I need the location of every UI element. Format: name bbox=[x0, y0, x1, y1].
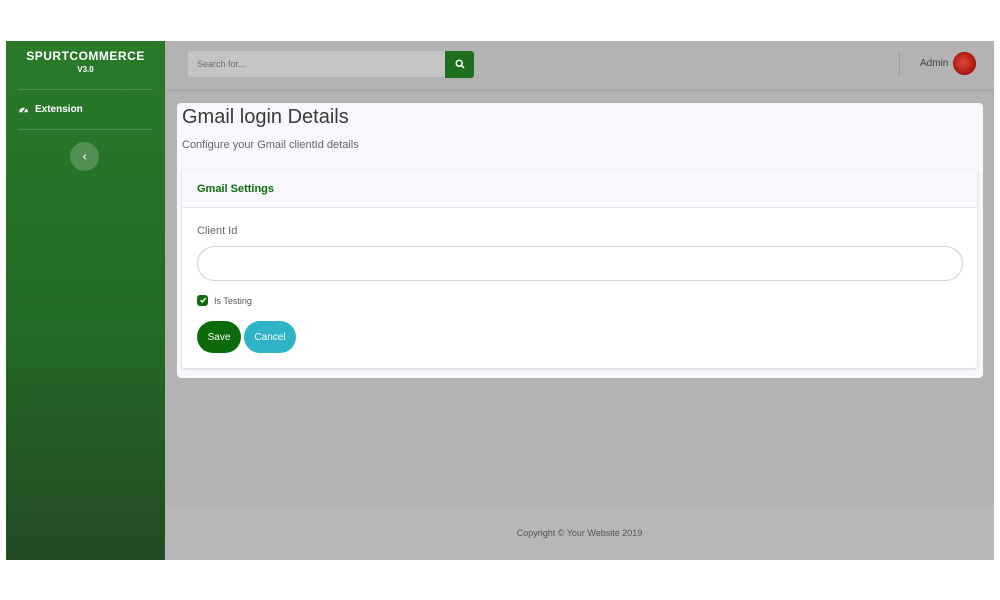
sidebar-item-label: Extension bbox=[35, 104, 83, 115]
app-shell: SPURTCOMMERCE V3.0 Extension Search for.… bbox=[6, 41, 994, 560]
page-subtitle: Configure your Gmail clientId details bbox=[182, 139, 359, 151]
brand: SPURTCOMMERCE V3.0 bbox=[18, 41, 153, 90]
topbar: Admin bbox=[165, 41, 994, 89]
page-title: Gmail login Details bbox=[182, 106, 349, 128]
search-button[interactable] bbox=[445, 51, 474, 78]
form-actions: Save Cancel bbox=[197, 321, 296, 353]
is-testing-label: Is Testing bbox=[214, 295, 252, 306]
brand-version: V3.0 bbox=[77, 65, 94, 74]
brand-name: SPURTCOMMERCE bbox=[26, 49, 145, 63]
sidebar: SPURTCOMMERCE V3.0 Extension bbox=[6, 41, 165, 560]
cancel-button[interactable]: Cancel bbox=[244, 321, 296, 353]
panel-header: Gmail Settings bbox=[182, 170, 977, 208]
footer: Copyright © Your Website 2019 bbox=[165, 506, 994, 560]
gmail-settings-panel: Gmail Settings Client Id Is Testing Save… bbox=[182, 170, 977, 368]
search-input[interactable] bbox=[188, 51, 445, 77]
dashboard-gauge-icon bbox=[18, 104, 29, 115]
save-button[interactable]: Save bbox=[197, 321, 241, 353]
search-bar bbox=[188, 51, 474, 78]
sidebar-item-extension[interactable]: Extension bbox=[18, 90, 153, 130]
topbar-divider bbox=[899, 51, 900, 77]
client-id-label: Client Id bbox=[197, 225, 238, 237]
sidebar-collapse-button[interactable] bbox=[70, 142, 99, 171]
main-content: Gmail login Details Configure your Gmail… bbox=[177, 103, 983, 378]
chevron-left-icon bbox=[81, 148, 89, 166]
is-testing-row: Is Testing bbox=[197, 295, 252, 306]
client-id-input[interactable] bbox=[197, 246, 963, 281]
user-name[interactable]: Admin bbox=[920, 58, 948, 69]
search-icon bbox=[454, 57, 465, 72]
copyright-text: Copyright © Your Website 2019 bbox=[516, 528, 643, 538]
is-testing-checkbox[interactable] bbox=[197, 295, 208, 306]
checkmark-icon bbox=[199, 296, 207, 306]
avatar[interactable] bbox=[953, 52, 976, 75]
